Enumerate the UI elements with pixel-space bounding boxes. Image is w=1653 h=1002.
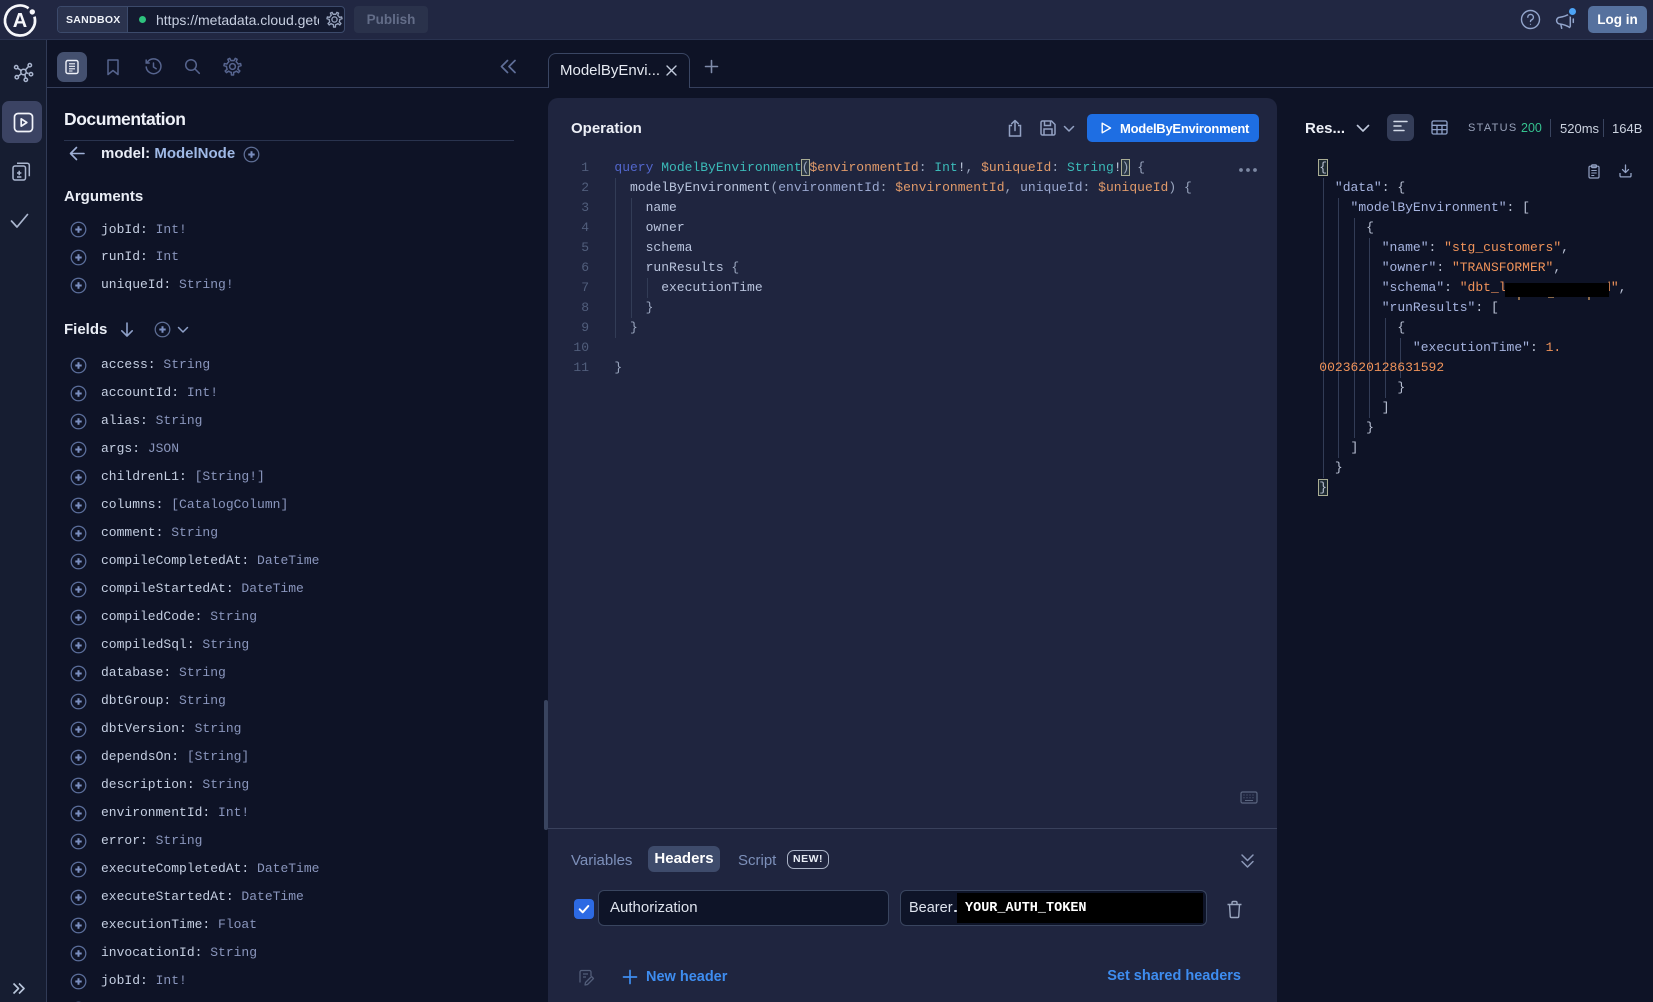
svg-text:A: A xyxy=(13,10,27,32)
